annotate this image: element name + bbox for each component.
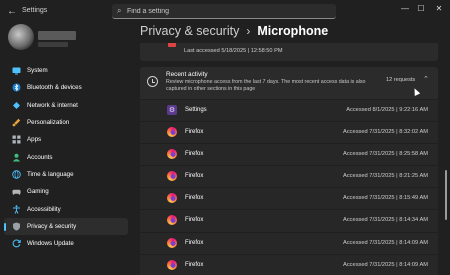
breadcrumb-parent[interactable]: Privacy & security — [140, 24, 239, 38]
content-area: Last accessed 5/18/2025 | 12:58:50 PM Re… — [140, 43, 438, 275]
app-name: Firefox — [185, 239, 204, 246]
request-count: 12 requests — [386, 77, 416, 83]
app-name: Firefox — [185, 195, 204, 202]
sidebar-item-personalization[interactable]: Personalization — [4, 114, 128, 131]
globe-icon — [12, 170, 21, 179]
sidebar-item-apps[interactable]: Apps — [4, 131, 128, 148]
avatar[interactable] — [8, 24, 34, 50]
sidebar-item-label: Network & internet — [27, 101, 78, 109]
chevron-up-icon[interactable]: ⌃ — [423, 75, 429, 83]
sidebar-item-privacy-security[interactable]: Privacy & security — [4, 217, 128, 235]
access-time: Accessed 7/31/2025 | 8:25:58 AM — [343, 151, 428, 158]
access-time: Accessed 7/31/2025 | 8:14:09 AM — [343, 261, 428, 268]
sidebar-item-label: Privacy & security — [27, 222, 77, 230]
access-time: Accessed 7/31/2025 | 8:14:34 AM — [343, 217, 428, 224]
sidebar-item-windows-update[interactable]: Windows Update — [4, 235, 128, 252]
sidebar-item-label: System — [27, 67, 48, 75]
app-name: Settings — [185, 107, 207, 113]
app-name: Firefox — [185, 217, 204, 224]
access-time: Accessed 7/31/2025 | 8:21:25 AM — [343, 173, 428, 180]
network-icon — [12, 101, 21, 110]
list-item: Firefox Accessed 7/31/2025 | 8:14:09 AM — [140, 254, 438, 275]
firefox-icon — [167, 127, 177, 138]
shield-icon — [12, 222, 21, 231]
app-name: Firefox — [185, 129, 204, 136]
firefox-icon — [167, 149, 177, 160]
sidebar: System Bluetooth & devices Network & int… — [4, 62, 128, 252]
maximize-button[interactable]: ☐ — [414, 4, 428, 13]
firefox-icon — [167, 237, 177, 248]
list-item: Firefox Accessed 7/31/2025 | 8:32:02 AM — [140, 122, 438, 145]
sidebar-item-label: Accessibility — [27, 205, 61, 213]
title-bar: ← Settings ⌕ — ☐ ✕ — [0, 0, 450, 24]
last-accessed-text: Last accessed 5/18/2025 | 12:58:50 PM — [184, 48, 283, 54]
sidebar-item-gaming[interactable]: Gaming — [4, 183, 128, 200]
search-input[interactable] — [127, 6, 327, 17]
brush-icon — [12, 118, 21, 127]
access-time: Accessed 8/1/2025 | 9:22:16 AM — [346, 107, 428, 113]
recent-activity-title: Recent activity — [166, 71, 208, 78]
list-item: Firefox Accessed 7/31/2025 | 8:21:25 AM — [140, 166, 438, 189]
bluetooth-icon — [12, 83, 21, 92]
history-icon — [147, 76, 158, 87]
sidebar-item-label: Accounts — [27, 153, 53, 161]
breadcrumb-separator: › — [246, 24, 251, 38]
app-name: Firefox — [185, 151, 204, 158]
settings-icon: ⚙ — [167, 105, 177, 115]
page-title: Microphone — [257, 24, 329, 38]
app-icon — [168, 43, 176, 47]
sidebar-item-network[interactable]: Network & internet — [4, 97, 128, 114]
sidebar-item-label: Windows Update — [27, 240, 74, 248]
firefox-icon — [167, 215, 177, 226]
list-item: Firefox Accessed 7/31/2025 | 8:14:09 AM — [140, 232, 438, 255]
windows-update-icon — [12, 239, 21, 248]
sidebar-item-label: Bluetooth & devices — [27, 84, 82, 92]
app-name: Firefox — [185, 261, 204, 268]
accessibility-icon — [12, 204, 21, 214]
list-item: ⚙ Settings Accessed 8/1/2025 | 9:22:16 A… — [140, 100, 438, 123]
sidebar-item-label: Apps — [27, 136, 42, 144]
search-box[interactable]: ⌕ — [112, 4, 336, 19]
sidebar-item-bluetooth[interactable]: Bluetooth & devices — [4, 79, 128, 96]
firefox-icon — [167, 193, 177, 204]
access-time: Accessed 7/31/2025 | 8:32:02 AM — [343, 129, 428, 136]
accounts-icon — [12, 153, 21, 162]
firefox-icon — [167, 171, 177, 182]
recent-activity-description: Review microphone access from the last 7… — [166, 79, 366, 92]
app-title: Settings — [22, 7, 48, 14]
apps-icon — [12, 135, 21, 144]
list-item: Firefox Accessed 7/31/2025 | 8:14:34 AM — [140, 210, 438, 233]
last-accessed-card: Last accessed 5/18/2025 | 12:58:50 PM — [140, 43, 438, 61]
recent-activity-header[interactable]: Recent activity Review microphone access… — [140, 67, 438, 99]
sidebar-item-accounts[interactable]: Accounts — [4, 148, 128, 165]
access-time: Accessed 7/31/2025 | 8:14:09 AM — [343, 239, 428, 246]
system-icon — [12, 66, 21, 75]
sidebar-item-system[interactable]: System — [4, 62, 128, 79]
gamepad-icon — [12, 187, 21, 196]
app-name: Firefox — [185, 173, 204, 180]
search-icon: ⌕ — [117, 6, 122, 15]
minimize-button[interactable]: — — [398, 4, 412, 13]
firefox-icon — [167, 259, 177, 270]
sidebar-item-label: Personalization — [27, 119, 70, 127]
close-button[interactable]: ✕ — [432, 4, 446, 13]
access-time: Accessed 7/31/2025 | 8:15:49 AM — [343, 195, 428, 202]
scrollbar[interactable] — [445, 170, 447, 220]
activity-list: ⚙ Settings Accessed 8/1/2025 | 9:22:16 A… — [140, 100, 438, 275]
profile-email-redacted — [38, 42, 68, 47]
list-item: Firefox Accessed 7/31/2025 | 8:25:58 AM — [140, 144, 438, 167]
sidebar-item-label: Time & language — [27, 170, 74, 178]
sidebar-item-label: Gaming — [27, 188, 49, 196]
sidebar-item-accessibility[interactable]: Accessibility — [4, 200, 128, 217]
list-item: Firefox Accessed 7/31/2025 | 8:15:49 AM — [140, 188, 438, 211]
breadcrumb: Privacy & security › Microphone — [140, 24, 328, 42]
profile-name-redacted — [38, 31, 76, 40]
back-arrow-icon[interactable]: ← — [7, 6, 17, 17]
sidebar-item-time-language[interactable]: Time & language — [4, 166, 128, 183]
